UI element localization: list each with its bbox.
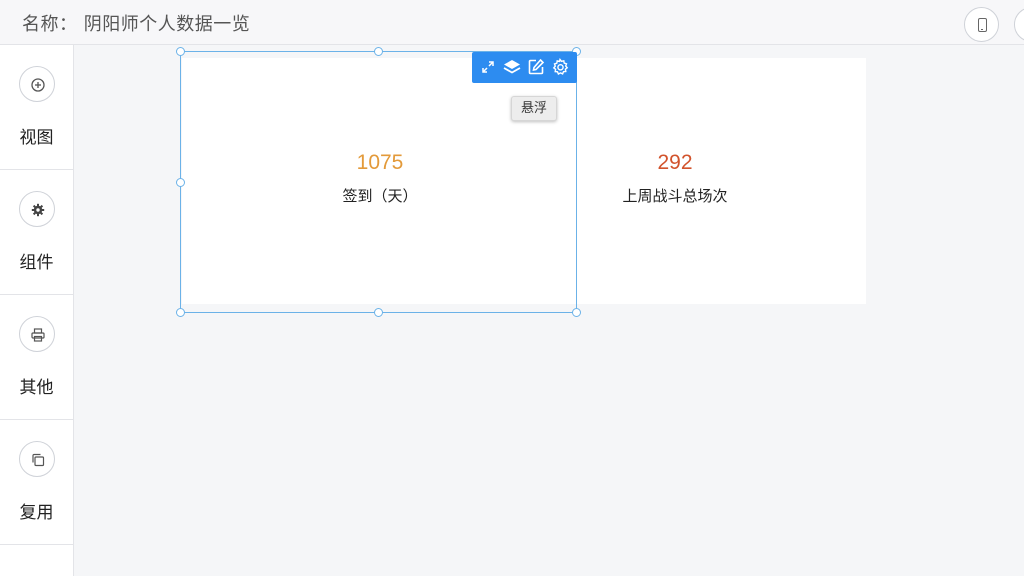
resize-handle-left[interactable] xyxy=(176,178,185,187)
expand-icon[interactable] xyxy=(477,56,499,78)
settings-icon[interactable] xyxy=(549,56,571,78)
sidebar-item-reuse[interactable]: 复用 xyxy=(0,420,73,545)
phone-preview-button[interactable] xyxy=(964,7,999,42)
printer-icon[interactable] xyxy=(19,316,55,352)
sidebar: 视图 组件 其他 复用 xyxy=(0,45,74,576)
sidebar-item-other[interactable]: 其他 xyxy=(0,295,73,420)
top-bar: 名称： 阴阳师个人数据一览 xyxy=(0,0,1024,45)
selection-box xyxy=(176,47,581,317)
resize-handle-bottom[interactable] xyxy=(374,308,383,317)
sidebar-item-view[interactable]: 视图 xyxy=(0,45,73,170)
resize-handle-top[interactable] xyxy=(374,47,383,56)
sidebar-item-label: 其他 xyxy=(19,378,54,398)
layers-icon[interactable] xyxy=(501,56,523,78)
component-toolbar xyxy=(472,52,577,83)
copy-icon[interactable] xyxy=(19,441,55,477)
resize-handle-bottom-right[interactable] xyxy=(572,308,581,317)
sidebar-item-label: 视图 xyxy=(19,128,54,148)
sidebar-item-components[interactable]: 组件 xyxy=(0,170,73,295)
top-right-button[interactable] xyxy=(1014,7,1024,42)
page-title: 名称： 阴阳师个人数据一览 xyxy=(22,14,251,35)
plus-circle-icon[interactable] xyxy=(19,66,55,102)
gear-icon[interactable] xyxy=(19,191,55,227)
phone-icon xyxy=(978,18,987,32)
tooltip: 悬浮 xyxy=(511,96,557,121)
resize-handle-bottom-left[interactable] xyxy=(176,308,185,317)
resize-handle-top-left[interactable] xyxy=(176,47,185,56)
edit-icon[interactable] xyxy=(525,56,547,78)
design-canvas[interactable]: 1075 签到（天） 292 上周战斗总场次 悬浮 xyxy=(74,45,1024,576)
sidebar-item-label: 复用 xyxy=(19,503,54,523)
sidebar-item-label: 组件 xyxy=(19,253,54,273)
